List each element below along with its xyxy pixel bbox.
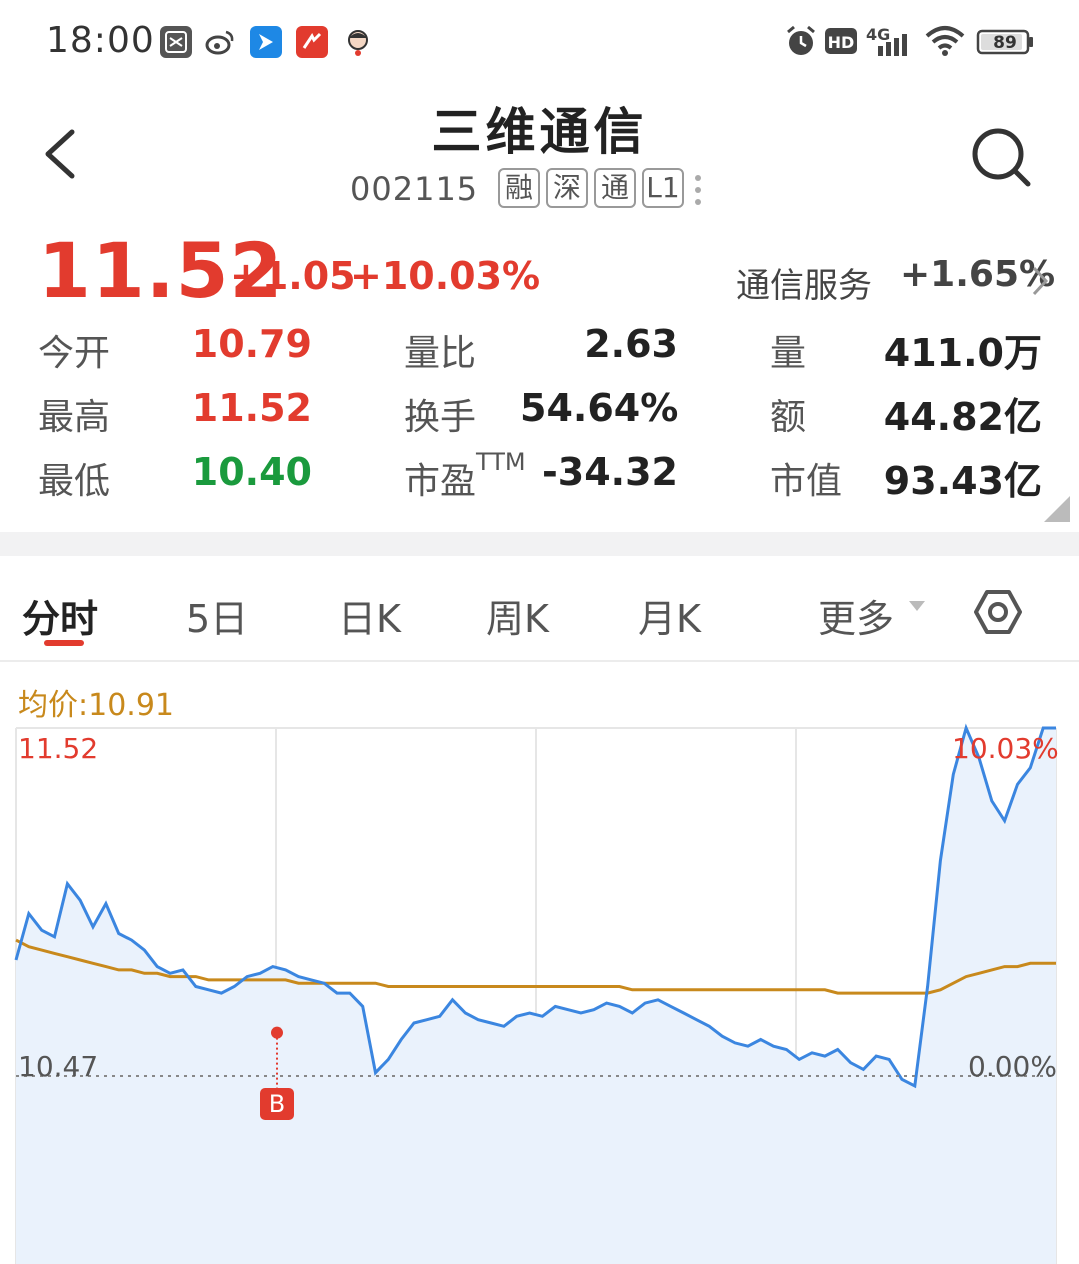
tab-daily-k[interactable]: 日K [338, 588, 401, 643]
avatar-icon [348, 30, 368, 56]
tag-connect[interactable]: 通 [594, 168, 636, 208]
base-price-label: 10.47 [18, 1050, 99, 1083]
stat-label-pe: 市盈TTM [404, 448, 526, 504]
stock-header: 三维通信 002115 融 深 通 L1 [0, 84, 1079, 224]
intraday-chart[interactable]: 均价:10.91 11.52 10.03% 10.47 0.00% B [0, 664, 1079, 1264]
status-bar: 18:00 HD 4G 89 [0, 0, 1079, 84]
hd-icon: HD [825, 28, 857, 54]
weibo-icon [205, 30, 234, 55]
price-change-pct: +10.03% [350, 254, 541, 298]
status-time: 18:00 [46, 20, 155, 61]
settings-icon[interactable] [972, 586, 1024, 638]
search-icon[interactable] [968, 124, 1034, 190]
high-pct-label: 10.03% [952, 732, 1059, 765]
stat-value-market-cap: 93.43亿 [883, 459, 1042, 503]
price-change: +1.05 [230, 254, 356, 298]
signal-icon: 4G [866, 25, 907, 56]
sector-name[interactable]: 通信服务 [736, 258, 872, 307]
expand-corner-icon[interactable] [1044, 496, 1070, 522]
tab-5day[interactable]: 5日 [186, 588, 248, 643]
buy-marker-dot [271, 1026, 283, 1039]
stat-label-low: 最低 [38, 461, 111, 502]
stat-value-volume-ratio: 2.63 [584, 322, 678, 366]
tag-margin[interactable]: 融 [498, 168, 540, 208]
chevron-right-icon[interactable] [1030, 264, 1050, 298]
alarm-icon [787, 25, 815, 55]
active-tab-indicator [44, 640, 84, 646]
stock-code: 002115 [350, 170, 479, 208]
stat-label-pe-text: 市盈 [404, 461, 477, 502]
stat-label-turnover: 换手 [404, 397, 477, 438]
stat-label-market-cap: 市值 [770, 461, 843, 502]
feishu-icon [250, 26, 282, 58]
base-pct-label: 0.00% [968, 1050, 1057, 1083]
stat-value-amount: 44.82亿 [883, 395, 1042, 439]
stat-label-volume: 量 [770, 333, 807, 374]
battery-level: 89 [993, 33, 1017, 53]
chart-tabs: 分时 5日 日K 周K 月K 更多 [0, 556, 1079, 662]
stat-value-high: 11.52 [191, 386, 312, 430]
chart-canvas[interactable] [0, 664, 1079, 1264]
stock-name: 三维通信 [431, 103, 648, 161]
stat-label-pe-sup: TTM [476, 448, 526, 476]
tag-level1[interactable]: L1 [642, 168, 684, 208]
stat-label-amount: 额 [770, 397, 807, 438]
more-dots-icon[interactable] [694, 174, 702, 206]
svg-text:4G: 4G [866, 25, 890, 44]
stat-label-volume-ratio: 量比 [404, 333, 477, 374]
tag-shenzhen-connect[interactable]: 深 [546, 168, 588, 208]
stat-value-low: 10.40 [191, 450, 312, 494]
buy-marker[interactable]: B [260, 1088, 294, 1120]
stat-value-volume: 411.0万 [883, 331, 1042, 375]
stat-label-open: 今开 [38, 333, 111, 374]
tab-intraday[interactable]: 分时 [22, 588, 98, 643]
stat-value-turnover: 54.64% [520, 386, 679, 430]
stat-value-pe: -34.32 [542, 450, 678, 494]
wifi-icon [925, 26, 965, 56]
stat-value-open: 10.79 [191, 322, 312, 366]
caret-down-icon[interactable] [908, 600, 926, 612]
tab-more[interactable]: 更多 [818, 588, 894, 643]
svg-text:HD: HD [828, 33, 855, 52]
tab-weekly-k[interactable]: 周K [486, 588, 549, 643]
app-notification-icon [160, 26, 192, 58]
high-price-label: 11.52 [18, 732, 99, 765]
trading-app-icon [296, 26, 328, 58]
section-divider [0, 532, 1079, 556]
stat-label-high: 最高 [38, 397, 111, 438]
tab-monthly-k[interactable]: 月K [638, 588, 701, 643]
quote-panel: 11.52 +1.05 +10.03% 通信服务 +1.65% 今开 10.79… [0, 224, 1079, 524]
